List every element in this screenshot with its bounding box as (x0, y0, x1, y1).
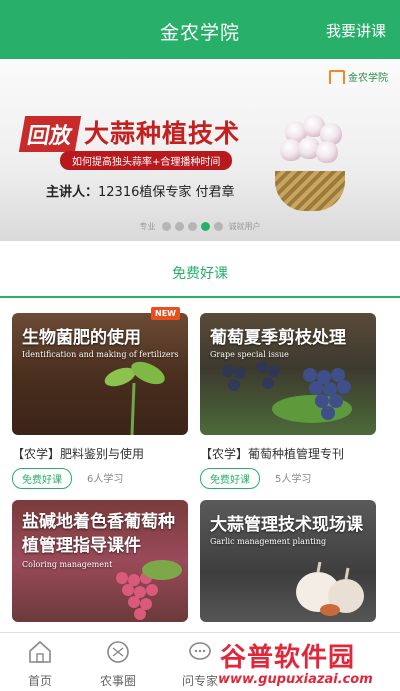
banner-lecturer: 主讲人：12316植保专家 付君章 (46, 181, 235, 200)
app-header: 金农学院 我要讲课 (0, 0, 400, 59)
carousel-dot[interactable] (213, 222, 223, 231)
course-thumb-subtitle: Identification and making of fertilizers (22, 350, 179, 359)
course-thumb-subtitle: Garlic management planting (210, 537, 327, 546)
course-tag: 免费好课 (12, 468, 72, 489)
course-thumb-subtitle: Coloring management (22, 560, 113, 569)
site-watermark: 谷普软件园 www.gupuxiazai.com (218, 637, 398, 689)
banner-subtitle: 如何提高独头蒜率+合理播种时间 (60, 151, 233, 170)
indicator-right-text: 诚就用户 (228, 222, 261, 231)
carousel-dot[interactable] (161, 222, 171, 231)
promo-banner[interactable]: 金农学院 回放 大蒜种植技术 如何提高独头蒜率+合理播种时间 主讲人：12316… (0, 59, 400, 241)
course-thumb-title: 盐碱地着色香葡萄种植管理指导课件 (22, 512, 175, 556)
carousel-dot[interactable] (174, 222, 184, 231)
course-name[interactable]: 【农学】肥料鉴别与使用 (12, 445, 144, 462)
course-thumb-title: 葡萄夏季剪枝处理 (210, 328, 346, 348)
tab-home[interactable]: 首页 (10, 639, 70, 689)
carousel-indicator: 专业 诚就用户 (0, 221, 400, 232)
course-thumbnail[interactable]: 盐碱地着色香葡萄种植管理指导课件 Coloring management (12, 500, 188, 622)
home-icon (29, 640, 51, 663)
course-learner-count: 5人学习 (275, 474, 312, 485)
course-tag: 免费好课 (200, 468, 260, 489)
tab-farm-circle[interactable]: 农事圈 (88, 639, 148, 689)
garlic-image (316, 141, 338, 163)
circle-icon (107, 641, 129, 663)
tab-farm-circle-label: 农事圈 (99, 674, 136, 688)
course-thumb-title: 大蒜管理技术现场课 (210, 515, 363, 535)
course-learner-count: 6人学习 (87, 474, 124, 485)
logo-text: 金农学院 (348, 73, 388, 84)
course-thumbnail[interactable]: 生物菌肥的使用 Identification and making of fer… (12, 313, 188, 435)
carousel-dot[interactable] (187, 222, 197, 231)
course-thumbnail[interactable]: 葡萄夏季剪枝处理 Grape special issue (200, 313, 376, 435)
tab-home-label: 首页 (27, 674, 52, 688)
logo-icon (329, 69, 345, 84)
watermark-url: www.gupuxiazai.com (218, 672, 373, 687)
section-underline (0, 296, 400, 298)
give-lecture-button[interactable]: 我要讲课 (326, 20, 386, 41)
course-thumbnail[interactable]: 大蒜管理技术现场课 Garlic management planting (200, 500, 376, 622)
banner-headline: 大蒜种植技术 (84, 119, 241, 148)
course-thumb-title: 生物菌肥的使用 (22, 328, 141, 348)
brand-logo: 金农学院 (329, 69, 388, 84)
course-name[interactable]: 【农学】葡萄种植管理专刊 (200, 445, 344, 462)
section-title-free-courses[interactable]: 免费好课 (0, 263, 400, 283)
lecturer-label: 主讲人： (46, 185, 99, 200)
watermark-title: 谷普软件园 (220, 643, 356, 673)
course-thumb-subtitle: Grape special issue (210, 350, 289, 359)
replay-tag: 回放 (18, 116, 82, 152)
new-badge: NEW (151, 307, 180, 320)
carousel-dot-active[interactable] (200, 222, 210, 231)
chat-icon (189, 642, 211, 660)
garlic-basket-image (275, 171, 345, 211)
indicator-left-text: 专业 (139, 222, 156, 231)
lecturer-name: 12316植保专家 付君章 (98, 185, 235, 200)
